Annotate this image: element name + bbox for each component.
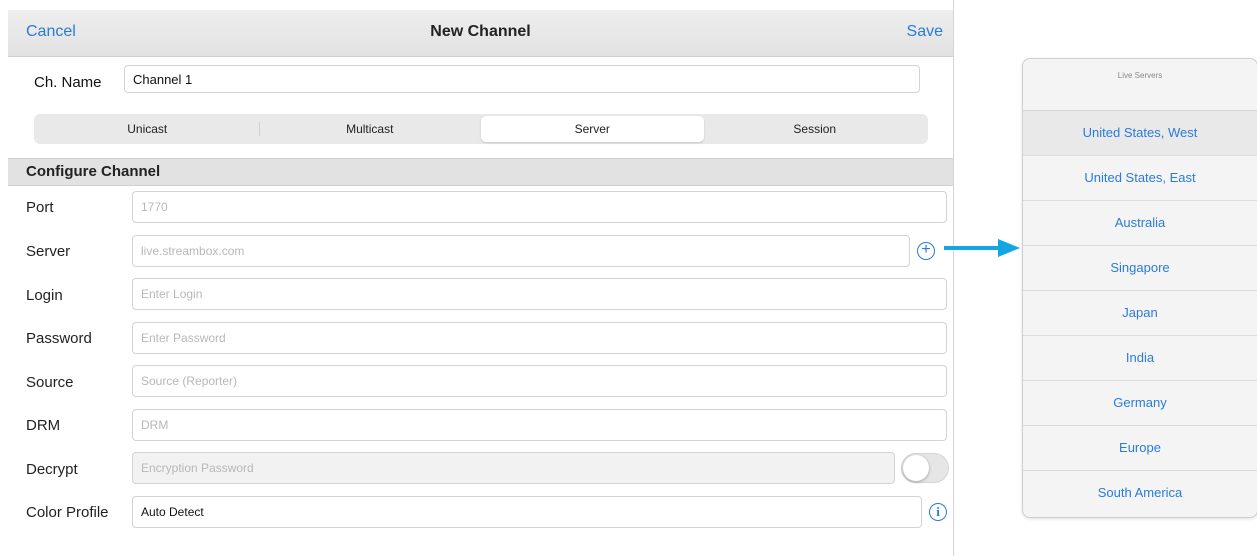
- channel-name-input[interactable]: [124, 65, 920, 93]
- decrypt-toggle[interactable]: [901, 453, 949, 483]
- color-profile-input[interactable]: [132, 496, 922, 528]
- live-servers-title: Live Servers: [1117, 71, 1163, 80]
- server-option-us-east[interactable]: United States, East: [1023, 156, 1257, 201]
- arrow-right-icon: [944, 239, 1020, 257]
- port-input[interactable]: [132, 191, 947, 223]
- panel-divider: [953, 0, 954, 556]
- server-option-europe[interactable]: Europe: [1023, 426, 1257, 471]
- encryption-password-input[interactable]: [132, 452, 895, 484]
- login-label: Login: [26, 287, 63, 304]
- channel-name-label: Ch. Name: [34, 74, 102, 91]
- server-option-japan[interactable]: Japan: [1023, 291, 1257, 336]
- save-button[interactable]: Save: [907, 23, 943, 41]
- info-icon[interactable]: i: [929, 503, 947, 521]
- decrypt-label: Decrypt: [26, 461, 78, 478]
- section-title: Configure Channel: [26, 163, 161, 180]
- plus-circle-icon[interactable]: +: [917, 242, 935, 260]
- new-channel-panel: Cancel New Channel Save Ch. Name Unicast…: [8, 10, 953, 556]
- segment-session[interactable]: Session: [704, 116, 927, 142]
- segment-multicast[interactable]: Multicast: [258, 116, 482, 142]
- source-label: Source: [26, 374, 74, 391]
- server-option-india[interactable]: India: [1023, 336, 1257, 381]
- mode-segmented-control: Unicast Multicast Server Session: [34, 114, 928, 144]
- live-servers-popover: Live Servers United States, West United …: [1022, 58, 1257, 518]
- server-option-us-west[interactable]: United States, West: [1023, 111, 1257, 156]
- drm-label: DRM: [26, 417, 61, 434]
- navbar: Cancel New Channel Save: [8, 10, 953, 57]
- server-option-germany[interactable]: Germany: [1023, 381, 1257, 426]
- server-label: Server: [26, 243, 71, 260]
- source-input[interactable]: [132, 365, 947, 397]
- toggle-knob: [903, 455, 929, 481]
- configure-channel-header: Configure Channel: [8, 158, 953, 186]
- color-profile-label: Color Profile: [26, 504, 109, 521]
- segment-unicast[interactable]: Unicast: [36, 116, 259, 142]
- server-option-singapore[interactable]: Singapore: [1023, 246, 1257, 291]
- page-title: New Channel: [430, 23, 531, 40]
- server-input[interactable]: [132, 235, 910, 267]
- segment-server[interactable]: Server: [481, 116, 704, 142]
- password-input[interactable]: [132, 322, 947, 354]
- live-servers-header: Live Servers: [1023, 59, 1257, 111]
- password-label: Password: [26, 330, 92, 347]
- port-label: Port: [26, 199, 54, 216]
- server-option-australia[interactable]: Australia: [1023, 201, 1257, 246]
- server-option-south-america[interactable]: South America: [1023, 471, 1257, 515]
- channel-name-row: Ch. Name: [8, 56, 953, 98]
- drm-input[interactable]: [132, 409, 947, 441]
- login-input[interactable]: [132, 278, 947, 310]
